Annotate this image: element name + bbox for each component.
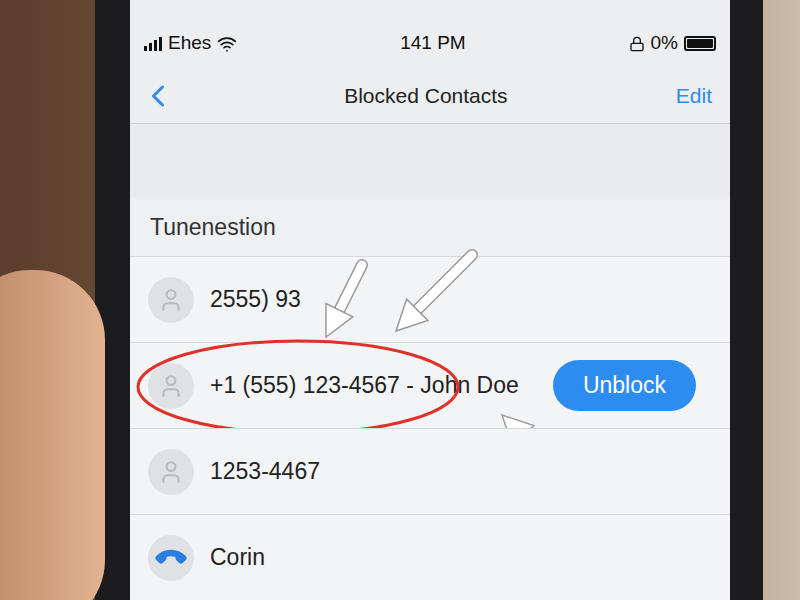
phone-avatar-icon: [148, 535, 194, 581]
contact-label: 2555) 93: [210, 282, 301, 317]
blocked-contact-row[interactable]: 1253-4467: [130, 428, 730, 514]
annotation-arrow-icon: [326, 265, 362, 337]
contact-label: 1253-4467: [210, 454, 320, 489]
phone-screen: Ehes 141 PM 0% Blocked Contacts Edit Tunenest…: [130, 0, 730, 600]
person-avatar-icon: [148, 277, 194, 323]
nav-title: Blocked Contacts: [344, 80, 507, 112]
blocked-contact-row[interactable]: 2555) 93: [130, 256, 730, 342]
wifi-icon: [217, 34, 237, 54]
person-avatar-icon: [148, 363, 194, 409]
blocked-contact-row[interactable]: +1 (555) 123-4567 - John Doe Unblock: [130, 342, 730, 428]
edit-button[interactable]: Edit: [676, 80, 720, 112]
back-chevron-icon[interactable]: [140, 78, 176, 114]
blocked-contact-row[interactable]: Corin: [130, 514, 730, 600]
signal-icon: [144, 37, 162, 51]
annotation-overlay-icon: [130, 343, 730, 431]
rotation-lock-icon: [629, 36, 645, 52]
battery-icon: [684, 36, 716, 51]
carrier: Ehes: [168, 29, 211, 58]
annotation-arrow-icon: [396, 255, 472, 331]
status-bar: Ehes 141 PM 0%: [130, 0, 730, 69]
status-time: 141 PM: [400, 29, 465, 58]
unblock-button[interactable]: Unblock: [553, 360, 696, 411]
nav-bar: Blocked Contacts Edit: [130, 69, 730, 124]
section-header: Tunenestion: [130, 198, 730, 256]
phone-bezel: Ehes 141 PM 0% Blocked Contacts Edit Tunenest…: [95, 0, 763, 600]
contact-label: +1 (555) 123-4567 - John Doe: [210, 368, 519, 403]
person-avatar-icon: [148, 449, 194, 495]
finger: [0, 270, 105, 600]
contact-label: Corin: [210, 540, 265, 575]
battery-percent: 0%: [651, 29, 678, 58]
